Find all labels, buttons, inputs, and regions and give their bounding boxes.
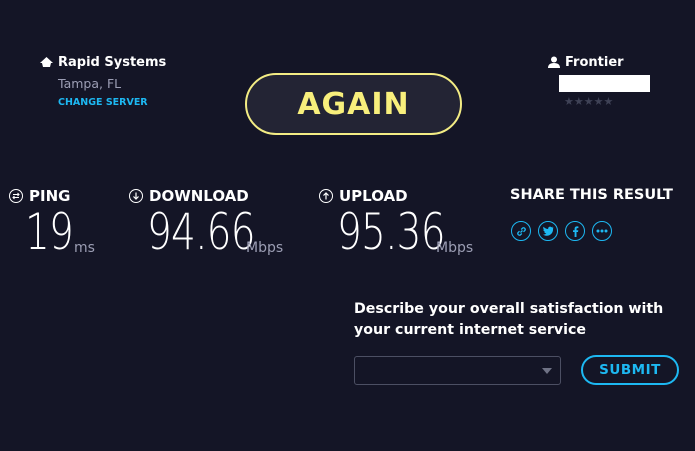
- download-value: 94.66: [147, 203, 256, 261]
- server-location: Tampa, FL: [58, 76, 122, 91]
- twitter-icon[interactable]: [538, 221, 558, 241]
- ping-value: 19: [25, 203, 74, 261]
- download-unit: Mbps: [246, 240, 284, 256]
- more-icon[interactable]: [592, 221, 612, 241]
- server-name: Rapid Systems: [58, 55, 167, 70]
- change-server-link[interactable]: CHANGE SERVER: [58, 97, 166, 108]
- download-icon: [129, 189, 143, 203]
- upload-value: 95.36: [337, 203, 446, 261]
- ping-icon: [9, 189, 23, 203]
- user-icon: [548, 53, 560, 72]
- facebook-icon[interactable]: [565, 221, 585, 241]
- upload-icon: [319, 189, 333, 203]
- isp-info: Frontier ★★★★★: [548, 53, 650, 108]
- share-icons: [511, 221, 612, 241]
- survey-question: Describe your overall satisfaction with …: [354, 301, 664, 338]
- chevron-down-icon: [542, 368, 552, 374]
- link-icon[interactable]: [511, 221, 531, 241]
- upload-unit: Mbps: [436, 240, 474, 256]
- isp-rating-stars[interactable]: ★★★★★: [564, 95, 650, 108]
- share-title: SHARE THIS RESULT: [510, 187, 673, 203]
- ping-unit: ms: [74, 240, 95, 256]
- server-info: Rapid Systems Tampa, FL CHANGE SERVER: [40, 53, 166, 108]
- server-icon: [40, 53, 53, 72]
- satisfaction-select[interactable]: [354, 356, 561, 385]
- submit-button[interactable]: SUBMIT: [581, 355, 679, 385]
- again-button[interactable]: AGAIN: [245, 73, 462, 135]
- ip-address-redacted: [559, 75, 650, 92]
- isp-name: Frontier: [565, 55, 624, 70]
